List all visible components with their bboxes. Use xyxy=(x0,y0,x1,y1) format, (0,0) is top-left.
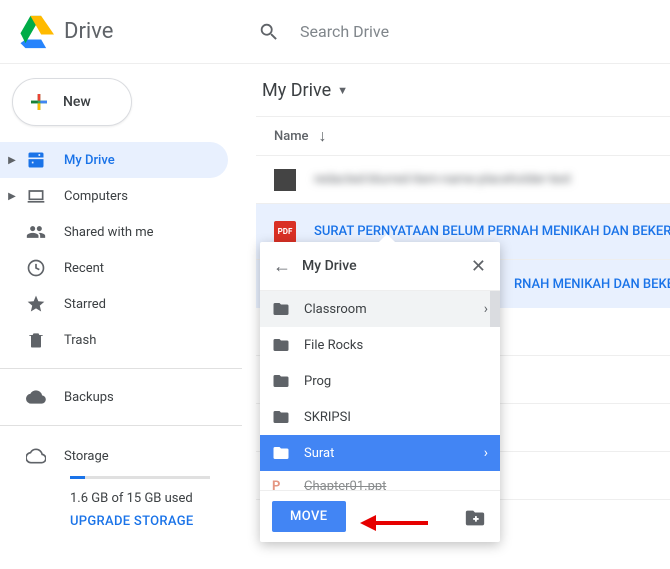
search-bar[interactable]: Search Drive xyxy=(242,21,389,43)
sidebar-item-computers[interactable]: ▶ Computers xyxy=(0,178,228,214)
folder-icon xyxy=(272,443,292,463)
file-icon xyxy=(274,169,296,191)
sidebar-item-backups[interactable]: Backups xyxy=(0,379,228,415)
file-name: RNAH MENIKAH DAN BEKER xyxy=(514,277,670,292)
sidebar-item-label: Shared with me xyxy=(64,225,154,240)
move-dialog-folder-list: Classroom › File Rocks Prog SKRIPSI Sura… xyxy=(260,290,500,490)
folder-icon xyxy=(272,335,292,355)
sidebar-item-trash[interactable]: Trash xyxy=(0,322,228,358)
upgrade-storage-link[interactable]: UPGRADE STORAGE xyxy=(70,514,242,529)
move-dialog: ← My Drive ✕ Classroom › File Rocks Prog… xyxy=(260,242,500,542)
sidebar-item-recent[interactable]: Recent xyxy=(0,250,228,286)
folder-icon xyxy=(272,299,292,319)
move-button[interactable]: MOVE xyxy=(272,501,346,532)
folder-name: SKRIPSI xyxy=(304,410,351,425)
search-placeholder: Search Drive xyxy=(300,22,389,41)
app-title: Drive xyxy=(64,19,113,44)
file-name: redacted-blurred-item-name-placeholder-t… xyxy=(314,172,571,187)
chevron-right-icon[interactable]: › xyxy=(484,301,488,317)
computers-icon xyxy=(24,184,48,208)
column-name: Name xyxy=(274,129,309,144)
close-icon[interactable]: ✕ xyxy=(467,256,490,277)
folder-name: File Rocks xyxy=(304,338,363,353)
sidebar-item-label: Recent xyxy=(64,261,104,276)
sidebar-item-label: Starred xyxy=(64,297,106,312)
file-name: SURAT PERNYATAAN BELUM PERNAH MENIKAH DA… xyxy=(314,224,670,239)
trash-icon xyxy=(24,328,48,352)
back-icon[interactable]: ← xyxy=(270,256,294,277)
breadcrumb[interactable]: My Drive ▼ xyxy=(256,64,670,116)
folder-name: Classroom xyxy=(304,302,367,317)
people-icon xyxy=(24,220,48,244)
folder-item-file-rocks[interactable]: File Rocks xyxy=(260,327,500,363)
dropdown-caret-icon: ▼ xyxy=(337,84,348,97)
sidebar-item-starred[interactable]: Starred xyxy=(0,286,228,322)
folder-item-prog[interactable]: Prog xyxy=(260,363,500,399)
sidebar-item-label: Trash xyxy=(64,333,96,348)
folder-item-skripsi[interactable]: SKRIPSI xyxy=(260,399,500,435)
sidebar-item-shared[interactable]: Shared with me xyxy=(0,214,228,250)
drive-logo-icon xyxy=(18,14,54,50)
sidebar-item-label: Computers xyxy=(64,189,128,204)
search-icon xyxy=(258,21,280,43)
chevron-right-icon[interactable]: ▶ xyxy=(6,155,18,166)
chevron-right-icon[interactable]: › xyxy=(484,445,488,461)
ppt-icon: P xyxy=(272,476,292,490)
sidebar-item-my-drive[interactable]: ▶ My Drive xyxy=(0,142,228,178)
new-button[interactable]: New xyxy=(12,78,132,126)
star-icon xyxy=(24,292,48,316)
header: Drive Search Drive xyxy=(0,0,670,64)
sort-arrow-icon: ↓ xyxy=(319,126,327,146)
sidebar-item-label: My Drive xyxy=(64,153,115,168)
storage-label: Storage xyxy=(64,449,109,464)
my-drive-icon xyxy=(24,148,48,172)
pdf-icon: PDF xyxy=(274,221,296,243)
file-item-chapter01[interactable]: P Chapter01.ppt xyxy=(260,471,500,490)
cloud-outline-icon xyxy=(26,446,46,466)
storage-section: Storage 1.6 GB of 15 GB used UPGRADE STO… xyxy=(0,436,242,529)
popup-arrow xyxy=(378,234,396,243)
new-folder-icon[interactable] xyxy=(464,507,488,527)
folder-name: Prog xyxy=(304,374,331,389)
header-left: Drive xyxy=(0,14,242,50)
folder-icon xyxy=(272,371,292,391)
new-button-label: New xyxy=(63,94,91,110)
folder-item-classroom[interactable]: Classroom › xyxy=(260,291,500,327)
chevron-right-icon[interactable]: ▶ xyxy=(6,191,18,202)
move-dialog-title: My Drive xyxy=(302,258,467,274)
scrollbar[interactable] xyxy=(490,291,500,327)
folder-name: Surat xyxy=(304,446,334,461)
plus-icon xyxy=(27,90,51,114)
storage-bar xyxy=(70,476,210,479)
sidebar-item-storage[interactable]: Storage xyxy=(26,446,242,466)
divider xyxy=(0,425,242,426)
column-headers[interactable]: Name ↓ xyxy=(256,116,670,156)
sidebar: New ▶ My Drive ▶ Computers Shared with m… xyxy=(0,64,242,569)
sidebar-item-label: Backups xyxy=(64,390,114,405)
cloud-icon xyxy=(24,385,48,409)
breadcrumb-label: My Drive xyxy=(262,80,331,101)
storage-used-text: 1.6 GB of 15 GB used xyxy=(70,491,242,506)
file-name: Chapter01.ppt xyxy=(304,479,386,491)
folder-item-surat[interactable]: Surat › xyxy=(260,435,500,471)
annotation-arrow-icon xyxy=(360,512,432,534)
divider xyxy=(0,368,242,369)
file-row[interactable]: redacted-blurred-item-name-placeholder-t… xyxy=(256,156,670,204)
move-dialog-header: ← My Drive ✕ xyxy=(260,242,500,290)
clock-icon xyxy=(24,256,48,280)
folder-icon xyxy=(272,407,292,427)
